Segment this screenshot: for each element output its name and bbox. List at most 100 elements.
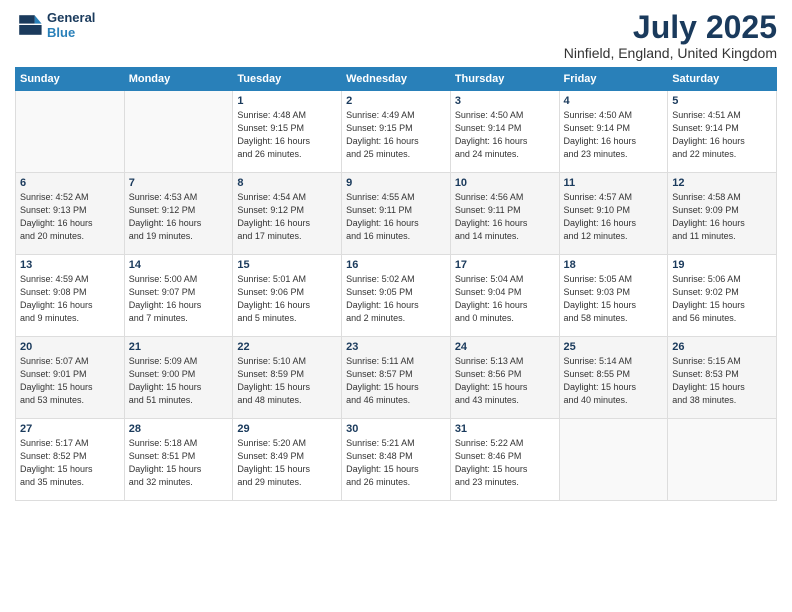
day-detail: Sunrise: 5:05 AM Sunset: 9:03 PM Dayligh…: [564, 273, 664, 325]
logo-icon: [15, 11, 43, 39]
calendar-cell: 13Sunrise: 4:59 AM Sunset: 9:08 PM Dayli…: [16, 255, 125, 337]
calendar-week-5: 27 Sunrise: 5:17 AM Sunset: 8:52 PM Dayli…: [16, 419, 777, 501]
day-number: 10: [455, 177, 555, 189]
calendar-cell: 8Sunrise: 4:54 AM Sunset: 9:12 PM Daylig…: [233, 173, 342, 255]
calendar-cell: 2Sunrise: 4:49 AM Sunset: 9:15 PM Daylig…: [342, 91, 451, 173]
day-number: 19: [672, 259, 772, 271]
day-number: 20: [20, 341, 120, 353]
day-number: 24: [455, 341, 555, 353]
day-detail: Sunrise: 5:20 AM Sunset: 8:49 PM Dayligh…: [237, 437, 337, 489]
calendar-header: Sunday Monday Tuesday Wednesday Thursday…: [16, 68, 777, 91]
day-detail: Sunrise: 5:09 AM Sunset: 9:00 PM Dayligh…: [129, 355, 229, 407]
calendar-cell: 17 Sunrise: 5:04 AM Sunset: 9:04 PM Dayli…: [450, 255, 559, 337]
col-sunday: Sunday: [16, 68, 125, 91]
calendar-cell: 3 Sunrise: 4:50 AM Sunset: 9:14 PM Daylig…: [450, 91, 559, 173]
day-number: 25: [564, 341, 664, 353]
day-detail: Sunrise: 5:07 AM Sunset: 9:01 PM Dayligh…: [20, 355, 120, 407]
day-number: 6: [20, 177, 120, 189]
day-detail: Sunrise: 5:02 AM Sunset: 9:05 PM Dayligh…: [346, 273, 446, 325]
calendar-cell: 7 Sunrise: 4:53 AM Sunset: 9:12 PM Daylig…: [124, 173, 233, 255]
day-detail: Sunrise: 4:53 AM Sunset: 9:12 PM Dayligh…: [129, 191, 229, 243]
day-number: 8: [237, 177, 337, 189]
calendar-cell: 6 Sunrise: 4:52 AM Sunset: 9:13 PM Daylig…: [16, 173, 125, 255]
col-monday: Monday: [124, 68, 233, 91]
day-number: 30: [346, 423, 446, 435]
calendar-cell: 18 Sunrise: 5:05 AM Sunset: 9:03 PM Dayli…: [559, 255, 668, 337]
col-wednesday: Wednesday: [342, 68, 451, 91]
calendar-cell: 14Sunrise: 5:00 AM Sunset: 9:07 PM Dayli…: [124, 255, 233, 337]
calendar-cell: 27 Sunrise: 5:17 AM Sunset: 8:52 PM Dayli…: [16, 419, 125, 501]
day-detail: Sunrise: 5:11 AM Sunset: 8:57 PM Dayligh…: [346, 355, 446, 407]
calendar-cell: 21 Sunrise: 5:09 AM Sunset: 9:00 PM Dayli…: [124, 337, 233, 419]
calendar-week-2: 6 Sunrise: 4:52 AM Sunset: 9:13 PM Daylig…: [16, 173, 777, 255]
day-detail: Sunrise: 5:13 AM Sunset: 8:56 PM Dayligh…: [455, 355, 555, 407]
calendar-cell: 12 Sunrise: 4:58 AM Sunset: 9:09 PM Dayli…: [668, 173, 777, 255]
day-number: 27: [20, 423, 120, 435]
calendar-cell: [16, 91, 125, 173]
main-title: July 2025: [564, 10, 777, 45]
day-number: 18: [564, 259, 664, 271]
title-block: July 2025 Ninfield, England, United King…: [564, 10, 777, 61]
day-number: 11: [564, 177, 664, 189]
day-number: 16: [346, 259, 446, 271]
day-detail: Sunrise: 5:22 AM Sunset: 8:46 PM Dayligh…: [455, 437, 555, 489]
day-detail: Sunrise: 4:50 AM Sunset: 9:14 PM Dayligh…: [564, 109, 664, 161]
day-detail: Sunrise: 5:17 AM Sunset: 8:52 PM Dayligh…: [20, 437, 120, 489]
day-number: 31: [455, 423, 555, 435]
day-detail: Sunrise: 4:51 AM Sunset: 9:14 PM Dayligh…: [672, 109, 772, 161]
header-row: Sunday Monday Tuesday Wednesday Thursday…: [16, 68, 777, 91]
day-number: 4: [564, 95, 664, 107]
day-detail: Sunrise: 5:21 AM Sunset: 8:48 PM Dayligh…: [346, 437, 446, 489]
day-number: 5: [672, 95, 772, 107]
day-number: 15: [237, 259, 337, 271]
calendar-cell: 11 Sunrise: 4:57 AM Sunset: 9:10 PM Dayli…: [559, 173, 668, 255]
day-detail: Sunrise: 5:04 AM Sunset: 9:04 PM Dayligh…: [455, 273, 555, 325]
day-detail: Sunrise: 5:00 AM Sunset: 9:07 PM Dayligh…: [129, 273, 229, 325]
calendar-cell: 5 Sunrise: 4:51 AM Sunset: 9:14 PM Daylig…: [668, 91, 777, 173]
calendar-cell: 25Sunrise: 5:14 AM Sunset: 8:55 PM Dayli…: [559, 337, 668, 419]
day-detail: Sunrise: 4:50 AM Sunset: 9:14 PM Dayligh…: [455, 109, 555, 161]
day-number: 12: [672, 177, 772, 189]
day-number: 3: [455, 95, 555, 107]
day-number: 26: [672, 341, 772, 353]
day-detail: Sunrise: 4:52 AM Sunset: 9:13 PM Dayligh…: [20, 191, 120, 243]
calendar-cell: 4 Sunrise: 4:50 AM Sunset: 9:14 PM Daylig…: [559, 91, 668, 173]
calendar-cell: 15 Sunrise: 5:01 AM Sunset: 9:06 PM Dayli…: [233, 255, 342, 337]
col-friday: Friday: [559, 68, 668, 91]
calendar-cell: 16 Sunrise: 5:02 AM Sunset: 9:05 PM Dayli…: [342, 255, 451, 337]
calendar-table: Sunday Monday Tuesday Wednesday Thursday…: [15, 67, 777, 501]
day-number: 21: [129, 341, 229, 353]
calendar-cell: [668, 419, 777, 501]
col-saturday: Saturday: [668, 68, 777, 91]
calendar-cell: 1Sunrise: 4:48 AM Sunset: 9:15 PM Daylig…: [233, 91, 342, 173]
day-detail: Sunrise: 4:55 AM Sunset: 9:11 PM Dayligh…: [346, 191, 446, 243]
logo-text: General Blue: [47, 10, 95, 40]
calendar-body: 1Sunrise: 4:48 AM Sunset: 9:15 PM Daylig…: [16, 91, 777, 501]
page-header: General Blue July 2025 Ninfield, England…: [15, 10, 777, 61]
calendar-cell: 24 Sunrise: 5:13 AM Sunset: 8:56 PM Dayli…: [450, 337, 559, 419]
calendar-cell: [124, 91, 233, 173]
calendar-cell: 28 Sunrise: 5:18 AM Sunset: 8:51 PM Dayli…: [124, 419, 233, 501]
day-number: 7: [129, 177, 229, 189]
day-detail: Sunrise: 5:18 AM Sunset: 8:51 PM Dayligh…: [129, 437, 229, 489]
day-number: 28: [129, 423, 229, 435]
day-number: 23: [346, 341, 446, 353]
calendar-cell: 9Sunrise: 4:55 AM Sunset: 9:11 PM Daylig…: [342, 173, 451, 255]
calendar-cell: [559, 419, 668, 501]
calendar-cell: 26Sunrise: 5:15 AM Sunset: 8:53 PM Dayli…: [668, 337, 777, 419]
day-detail: Sunrise: 5:10 AM Sunset: 8:59 PM Dayligh…: [237, 355, 337, 407]
day-number: 17: [455, 259, 555, 271]
day-detail: Sunrise: 4:57 AM Sunset: 9:10 PM Dayligh…: [564, 191, 664, 243]
calendar-page: General Blue July 2025 Ninfield, England…: [0, 0, 792, 612]
day-detail: Sunrise: 5:01 AM Sunset: 9:06 PM Dayligh…: [237, 273, 337, 325]
day-number: 22: [237, 341, 337, 353]
day-detail: Sunrise: 4:56 AM Sunset: 9:11 PM Dayligh…: [455, 191, 555, 243]
day-detail: Sunrise: 4:58 AM Sunset: 9:09 PM Dayligh…: [672, 191, 772, 243]
calendar-cell: 22 Sunrise: 5:10 AM Sunset: 8:59 PM Dayli…: [233, 337, 342, 419]
calendar-cell: 31 Sunrise: 5:22 AM Sunset: 8:46 PM Dayli…: [450, 419, 559, 501]
day-detail: Sunrise: 4:59 AM Sunset: 9:08 PM Dayligh…: [20, 273, 120, 325]
calendar-week-1: 1Sunrise: 4:48 AM Sunset: 9:15 PM Daylig…: [16, 91, 777, 173]
logo: General Blue: [15, 10, 95, 40]
day-number: 1: [237, 95, 337, 107]
calendar-cell: 20 Sunrise: 5:07 AM Sunset: 9:01 PM Dayli…: [16, 337, 125, 419]
